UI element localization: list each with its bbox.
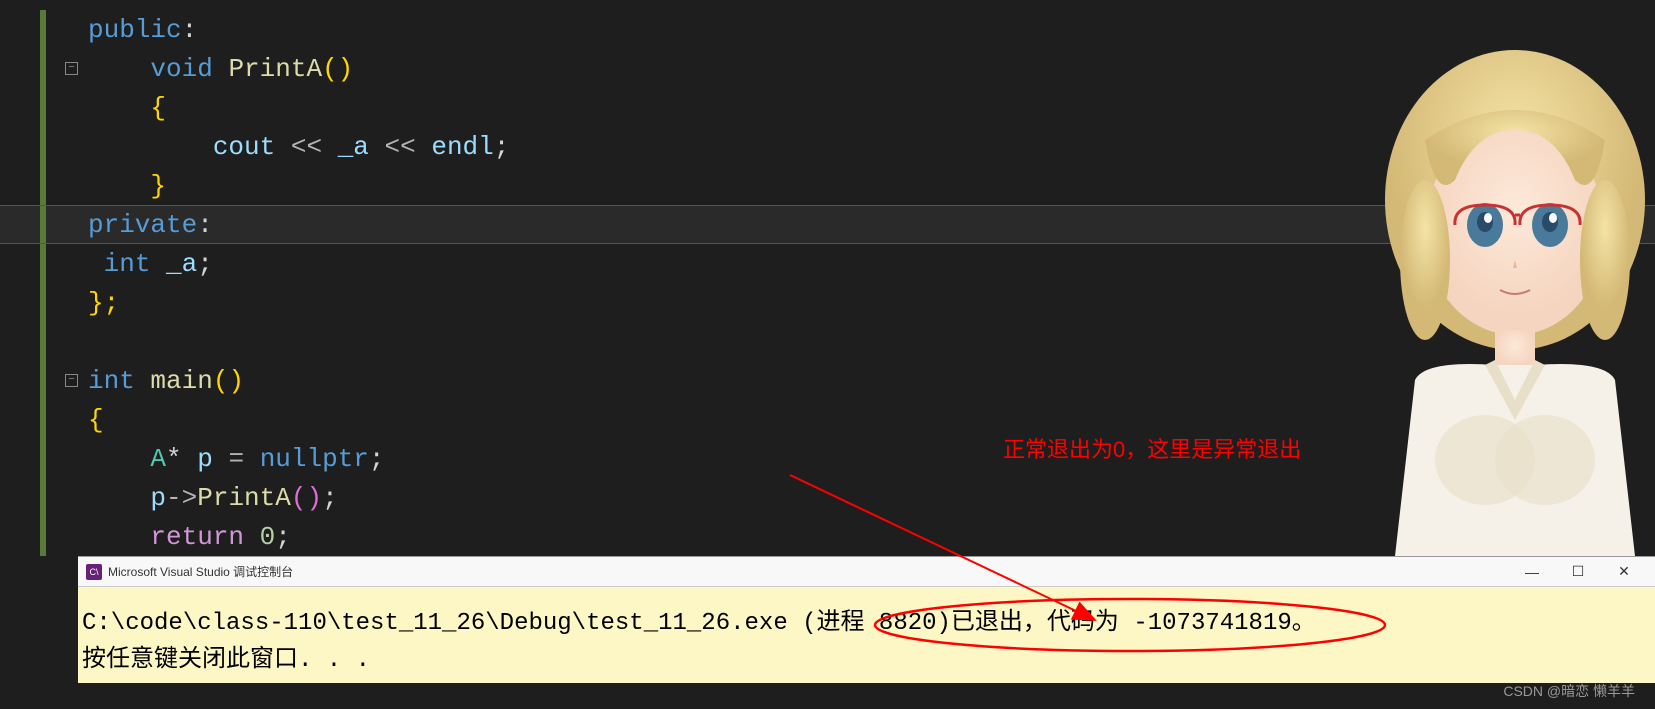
keyword-int: int: [104, 249, 151, 279]
keyword-private: private: [88, 210, 197, 240]
identifier-p: p: [197, 444, 213, 474]
code-line[interactable]: p->PrintA();: [0, 478, 1655, 517]
identifier-a: _a: [338, 132, 369, 162]
code-line[interactable]: {: [0, 88, 1655, 127]
code-line[interactable]: {: [0, 400, 1655, 439]
function-name: PrintA: [228, 54, 322, 84]
keyword-void: void: [150, 54, 212, 84]
number-zero: 0: [260, 522, 276, 552]
identifier-p: p: [150, 483, 166, 513]
close-button[interactable]: ✕: [1601, 557, 1647, 587]
code-line[interactable]: cout << _a << endl;: [0, 127, 1655, 166]
annotation-text: 正常退出为0，这里是异常退出: [1003, 432, 1301, 464]
code-line[interactable]: int _a;: [0, 244, 1655, 283]
console-line-2: 按任意键关闭此窗口. . .: [82, 642, 1651, 679]
brace: {: [88, 405, 104, 435]
console-output[interactable]: C:\code\class-110\test_11_26\Debug\test_…: [78, 587, 1655, 683]
code-line[interactable]: public:: [0, 10, 1655, 49]
code-line[interactable]: };: [0, 283, 1655, 322]
vs-icon: C\: [86, 564, 102, 580]
keyword-int: int: [88, 366, 135, 396]
code-line[interactable]: − void PrintA(): [0, 49, 1655, 88]
brace: }: [150, 171, 166, 201]
code-line-empty[interactable]: [0, 322, 1655, 361]
maximize-button[interactable]: ☐: [1555, 557, 1601, 587]
console-titlebar[interactable]: C\ Microsoft Visual Studio 调试控制台 — ☐ ✕: [78, 557, 1655, 587]
console-line-1: C:\code\class-110\test_11_26\Debug\test_…: [82, 605, 1651, 642]
code-editor[interactable]: public: − void PrintA() { cout << _a << …: [0, 0, 1655, 556]
console-title: Microsoft Visual Studio 调试控制台: [108, 563, 293, 580]
keyword-return: return: [150, 522, 244, 552]
identifier-cout: cout: [213, 132, 275, 162]
identifier-endl: endl: [431, 132, 493, 162]
keyword-public: public: [88, 15, 182, 45]
fold-icon[interactable]: −: [65, 62, 78, 75]
type-A: A: [150, 444, 166, 474]
brace-close: };: [88, 288, 119, 318]
code-line[interactable]: return 0;: [0, 517, 1655, 556]
fold-icon[interactable]: −: [65, 374, 78, 387]
brace: {: [150, 93, 166, 123]
identifier-a: _a: [166, 249, 197, 279]
code-line[interactable]: }: [0, 166, 1655, 205]
debug-console-window: C\ Microsoft Visual Studio 调试控制台 — ☐ ✕ C…: [78, 556, 1655, 683]
keyword-nullptr: nullptr: [260, 444, 369, 474]
function-main: main: [150, 366, 212, 396]
code-line[interactable]: − int main(): [0, 361, 1655, 400]
watermark: CSDN @暗恋 懒羊羊: [1503, 681, 1635, 701]
code-line[interactable]: A* p = nullptr;: [0, 439, 1655, 478]
function-call: PrintA: [197, 483, 291, 513]
code-line-highlighted[interactable]: private:: [0, 205, 1655, 244]
minimize-button[interactable]: —: [1509, 557, 1555, 587]
